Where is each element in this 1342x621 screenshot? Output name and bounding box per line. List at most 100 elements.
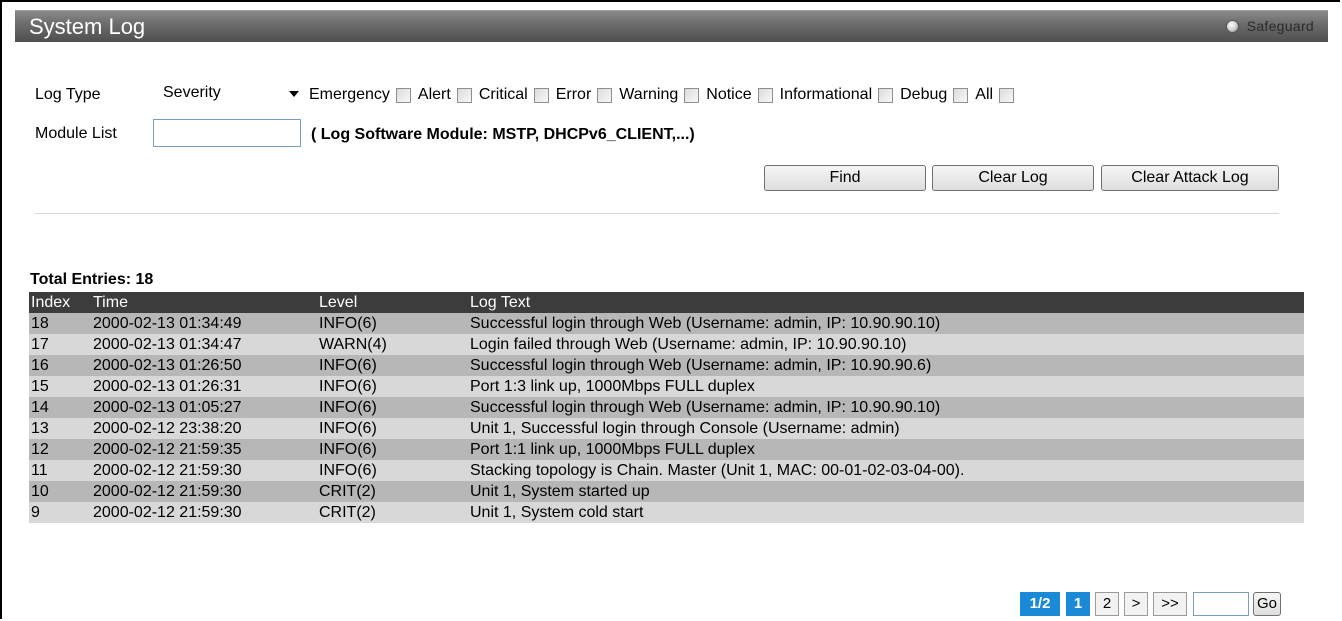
cell-time: 2000-02-12 21:59:30 (91, 460, 317, 481)
cell-time: 2000-02-13 01:26:31 (91, 376, 317, 397)
table-row: 17 2000-02-13 01:34:47 WARN(4) Login failed… (29, 334, 1304, 355)
severity-option-alert[interactable]: Alert (418, 86, 472, 104)
severity-label: Warning (619, 86, 679, 103)
log-type-select[interactable]: Severity (153, 81, 301, 107)
cell-time: 2000-02-13 01:05:27 (91, 397, 317, 418)
table-row: 14 2000-02-13 01:05:27 INFO(6) Successful l… (29, 397, 1304, 418)
cell-index: 18 (29, 313, 91, 334)
cell-log-text: Login failed through Web (Username: admi… (468, 334, 1304, 355)
cell-index: 16 (29, 355, 91, 376)
safeguard-status-icon (1225, 19, 1239, 33)
chevron-down-icon (289, 91, 299, 97)
cell-index: 9 (29, 502, 91, 523)
severity-option-informational[interactable]: Informational (780, 86, 894, 104)
next-page-button[interactable]: > (1124, 592, 1148, 616)
severity-option-debug[interactable]: Debug (900, 86, 969, 104)
severity-checkbox-critical[interactable] (533, 87, 549, 103)
cell-level: INFO(6) (317, 355, 468, 376)
severity-label: Error (555, 86, 592, 103)
severity-label: Alert (417, 86, 451, 103)
severity-checkbox-alert[interactable] (456, 87, 472, 103)
cell-time: 2000-02-12 21:59:30 (91, 481, 317, 502)
cell-time: 2000-02-13 01:26:50 (91, 355, 317, 376)
table-header-row: Index Time Level Log Text (29, 292, 1304, 313)
table-row: 16 2000-02-13 01:26:50 INFO(6) Successful l… (29, 355, 1304, 376)
table-row: 15 2000-02-13 01:26:31 INFO(6) Port 1:3 lin… (29, 376, 1304, 397)
table-row: 12 2000-02-12 21:59:35 INFO(6) Port 1:1 lin… (29, 439, 1304, 460)
cell-time: 2000-02-12 23:38:20 (91, 418, 317, 439)
cell-log-text: Unit 1, System cold start (468, 502, 1304, 523)
cell-level: WARN(4) (317, 334, 468, 355)
page-button-2[interactable]: 2 (1095, 592, 1119, 616)
severity-label: Emergency (309, 86, 390, 103)
table-row: 18 2000-02-13 01:34:49 INFO(6) Successful l… (29, 313, 1304, 334)
severity-label: Critical (478, 86, 528, 103)
severity-option-emergency[interactable]: Emergency (309, 86, 411, 104)
cell-time: 2000-02-12 21:59:35 (91, 439, 317, 460)
clear-attack-log-button[interactable]: Clear Attack Log (1101, 165, 1279, 191)
cell-index: 12 (29, 439, 91, 460)
cell-level: INFO(6) (317, 439, 468, 460)
total-entries: Total Entries: 18 (30, 271, 154, 288)
cell-index: 17 (29, 334, 91, 355)
section-divider (35, 213, 1279, 214)
severity-checkbox-warning[interactable] (684, 87, 700, 103)
column-header-level: Level (317, 292, 468, 313)
cell-level: CRIT(2) (317, 481, 468, 502)
severity-checkbox-debug[interactable] (953, 87, 969, 103)
cell-log-text: Port 1:1 link up, 1000Mbps FULL duplex (468, 439, 1304, 460)
severity-option-error[interactable]: Error (556, 86, 613, 104)
severity-label: Informational (779, 86, 873, 103)
severity-checkbox-emergency[interactable] (395, 87, 411, 103)
severity-checkbox-all[interactable] (999, 87, 1015, 103)
page-title: System Log (29, 14, 146, 39)
go-page-input[interactable] (1193, 592, 1249, 616)
cell-index: 15 (29, 376, 91, 397)
page-button-1[interactable]: 1 (1066, 592, 1090, 616)
severity-checkbox-informational[interactable] (878, 87, 894, 103)
severity-label: Notice (706, 86, 752, 103)
module-hint-text: ( Log Software Module: MSTP, DHCPv6_CLIE… (311, 126, 695, 143)
log-type-value: Severity (163, 84, 221, 101)
cell-index: 13 (29, 418, 91, 439)
last-page-button[interactable]: >> (1153, 592, 1187, 616)
cell-index: 14 (29, 397, 91, 418)
cell-time: 2000-02-13 01:34:47 (91, 334, 317, 355)
severity-checkbox-row: Emergency Alert Critical Error Warning Notice… (309, 86, 1021, 104)
cell-level: INFO(6) (317, 460, 468, 481)
safeguard-indicator[interactable]: Safeguard (1225, 18, 1314, 34)
severity-option-all[interactable]: All (975, 86, 1015, 104)
cell-log-text: Successful login through Web (Username: … (468, 397, 1304, 418)
clear-log-button[interactable]: Clear Log (932, 165, 1094, 191)
severity-checkbox-error[interactable] (597, 87, 613, 103)
page-indicator: 1/2 (1020, 592, 1060, 616)
cell-level: INFO(6) (317, 376, 468, 397)
cell-log-text: Unit 1, System started up (468, 481, 1304, 502)
system-log-table: Index Time Level Log Text 18 2000-02-13 0… (29, 292, 1304, 523)
title-bar: System Log Safeguard (15, 10, 1328, 42)
cell-level: INFO(6) (317, 418, 468, 439)
column-header-log-text: Log Text (468, 292, 1304, 313)
severity-option-critical[interactable]: Critical (479, 86, 549, 104)
cell-time: 2000-02-12 21:59:30 (91, 502, 317, 523)
severity-checkbox-notice[interactable] (757, 87, 773, 103)
find-button[interactable]: Find (764, 165, 926, 191)
cell-level: CRIT(2) (317, 502, 468, 523)
go-button[interactable]: Go (1253, 592, 1281, 616)
module-list-label: Module List (35, 125, 117, 142)
module-list-input[interactable] (153, 119, 301, 147)
table-row: 11 2000-02-12 21:59:30 INFO(6) Stacking top… (29, 460, 1304, 481)
table-row: 9 2000-02-12 21:59:30 CRIT(2) Unit 1, Syste… (29, 502, 1304, 523)
log-type-label: Log Type (35, 86, 101, 103)
severity-option-notice[interactable]: Notice (706, 86, 773, 104)
severity-option-warning[interactable]: Warning (619, 86, 700, 104)
column-header-index: Index (29, 292, 91, 313)
cell-index: 10 (29, 481, 91, 502)
severity-label: Debug (900, 86, 948, 103)
cell-log-text: Successful login through Web (Username: … (468, 355, 1304, 376)
cell-level: INFO(6) (317, 397, 468, 418)
table-row: 13 2000-02-12 23:38:20 INFO(6) Unit 1, Succ… (29, 418, 1304, 439)
cell-index: 11 (29, 460, 91, 481)
column-header-time: Time (91, 292, 317, 313)
safeguard-label: Safeguard (1246, 18, 1314, 34)
